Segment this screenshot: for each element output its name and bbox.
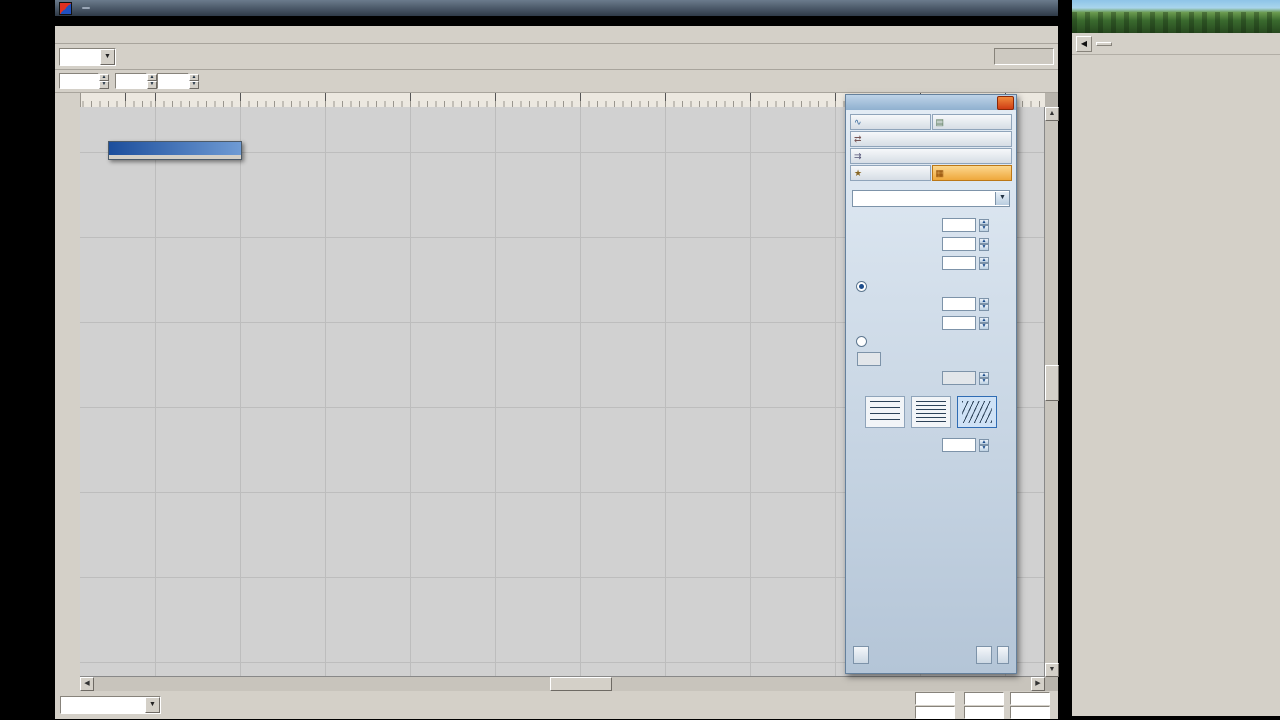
split-line-radio[interactable]	[856, 336, 867, 347]
angle-field[interactable]	[115, 73, 147, 89]
chevron-down-icon[interactable]: ▼	[145, 697, 160, 713]
tab-connectors[interactable]: ⇄	[850, 131, 1012, 147]
h-value-field	[964, 705, 1004, 719]
app-icon	[59, 1, 72, 15]
stitch-type-combo[interactable]: ▼	[852, 190, 1010, 207]
backstitch-standard-button[interactable]	[865, 396, 905, 428]
horizontal-scroll-thumb[interactable]	[550, 677, 612, 691]
zoom-combo[interactable]: ▼	[59, 47, 116, 66]
backstitch-borderline-icon	[916, 401, 946, 423]
x-scale-field	[1010, 691, 1050, 705]
b-spinner[interactable]: ▲ ▼	[979, 316, 989, 330]
window-title-machine	[82, 7, 90, 9]
y-scale-field	[1010, 705, 1050, 719]
min-length-spinner[interactable]: ▲ ▼	[979, 256, 989, 270]
mode-indicator[interactable]	[994, 48, 1054, 65]
angle-field[interactable]	[942, 371, 976, 385]
chevron-down-icon[interactable]: ▼	[100, 48, 115, 65]
toolbar-second: ▲ ▼ ▲ ▼ ▲ ▼	[55, 70, 1058, 93]
a-field[interactable]	[942, 297, 976, 311]
b-field[interactable]	[942, 316, 976, 330]
properties-tabs: ∿ ▤ ⇄ ⇉ ★ ▦	[846, 110, 1016, 183]
floating-toolbar	[108, 141, 242, 160]
toolbar-main: ▼	[55, 44, 1058, 70]
backstitch-diagonal-button[interactable]	[957, 396, 997, 428]
backstitch-borderline-button[interactable]	[911, 396, 951, 428]
fx-button[interactable]	[853, 646, 869, 664]
compensation-icon: ⇉	[854, 150, 862, 161]
relative-offset-radio[interactable]	[856, 281, 867, 292]
w-value-field	[964, 691, 1004, 705]
letterbox-strip	[55, 16, 1058, 26]
vertical-scroll-thumb[interactable]	[1045, 365, 1059, 401]
floating-toolbar-buttons	[109, 155, 241, 159]
tab-contour[interactable]: ∿	[850, 114, 931, 130]
scroll-right-icon[interactable]: ▶	[1031, 677, 1045, 691]
rotate-spinner[interactable]: ▲ ▼	[189, 73, 199, 89]
sequence-field[interactable]	[857, 352, 881, 366]
floating-toolbar-title[interactable]	[109, 142, 241, 155]
scatter-spinner[interactable]: ▲ ▼	[979, 438, 989, 452]
tool-column	[55, 93, 81, 691]
tab-fill[interactable]: ▦	[931, 165, 1012, 181]
show-filter-button[interactable]	[1096, 41, 1112, 46]
vertical-scrollbar[interactable]: ▲ ▼	[1044, 107, 1059, 677]
scroll-left-icon[interactable]: ◀	[80, 677, 94, 691]
rotate-field[interactable]	[157, 73, 189, 89]
title-bar	[55, 0, 1058, 16]
x-value-field	[915, 691, 955, 705]
properties-dialog-titlebar[interactable]	[846, 95, 1016, 110]
help-button[interactable]	[997, 646, 1009, 664]
object-properties-dialog: ∿ ▤ ⇄ ⇉ ★ ▦ ▼ ▲ ▼ ▲ ▼ ▲ ▼ ▲ ▼ ▲ ▼ ▲ ▼ ▲ …	[845, 94, 1017, 674]
backstitch-options	[846, 396, 1016, 428]
video-corner-photo	[1072, 0, 1280, 33]
save-button[interactable]	[976, 646, 992, 664]
fill-icon: ▦	[935, 167, 945, 178]
object-rows	[1072, 56, 1280, 716]
scroll-down-icon[interactable]: ▼	[1045, 663, 1059, 677]
object-panel-header: ◀	[1072, 33, 1280, 55]
menu-bar	[55, 26, 1058, 44]
horizontal-scrollbar[interactable]: ◀ ▶	[80, 676, 1045, 691]
mode-section	[984, 48, 1054, 65]
tab-underlay[interactable]: ▤	[931, 114, 1012, 130]
angle-spinner[interactable]: ▲ ▼	[147, 73, 157, 89]
tab-compensation[interactable]: ⇉	[850, 148, 1012, 164]
pull-compensation-field[interactable]	[59, 73, 99, 89]
chevron-down-icon[interactable]: ▼	[995, 192, 1009, 205]
a-spinner[interactable]: ▲ ▼	[979, 297, 989, 311]
min-length-field[interactable]	[942, 256, 976, 270]
backstitch-standard-icon	[870, 401, 900, 423]
y-value-field	[915, 705, 955, 719]
collapse-panel-icon[interactable]: ◀	[1076, 35, 1092, 52]
connectors-icon: ⇄	[854, 133, 862, 144]
density-spinner[interactable]: ▲ ▼	[979, 218, 989, 232]
close-icon[interactable]	[997, 95, 1014, 110]
special-icon: ★	[854, 167, 863, 178]
length-field[interactable]	[942, 237, 976, 251]
tab-special[interactable]: ★	[850, 165, 931, 181]
coordinates-readout	[912, 691, 1053, 719]
density-field[interactable]	[942, 218, 976, 232]
colorway-combo[interactable]: ▼	[60, 696, 161, 714]
status-bar: ▼	[55, 691, 1058, 719]
pull-compensation-spinner[interactable]: ▲ ▼	[99, 73, 109, 89]
properties-footer	[853, 646, 1009, 664]
scatter-field[interactable]	[942, 438, 976, 452]
color-object-panel: ◀	[1072, 0, 1280, 716]
length-spinner[interactable]: ▲ ▼	[979, 237, 989, 251]
screen: ▼ ▲ ▼ ▲ ▼ ▲ ▼ ▲ ▼ ◀ ▶ ▼ ∿ ▤ ⇄ ⇉ ★ ▦ ▼ ▲ …	[0, 0, 1280, 720]
scroll-up-icon[interactable]: ▲	[1045, 107, 1059, 121]
backstitch-diagonal-icon	[962, 401, 992, 423]
underlay-icon: ▤	[935, 116, 945, 127]
angle-spinner[interactable]: ▲ ▼	[979, 371, 989, 385]
contour-icon: ∿	[854, 116, 862, 127]
